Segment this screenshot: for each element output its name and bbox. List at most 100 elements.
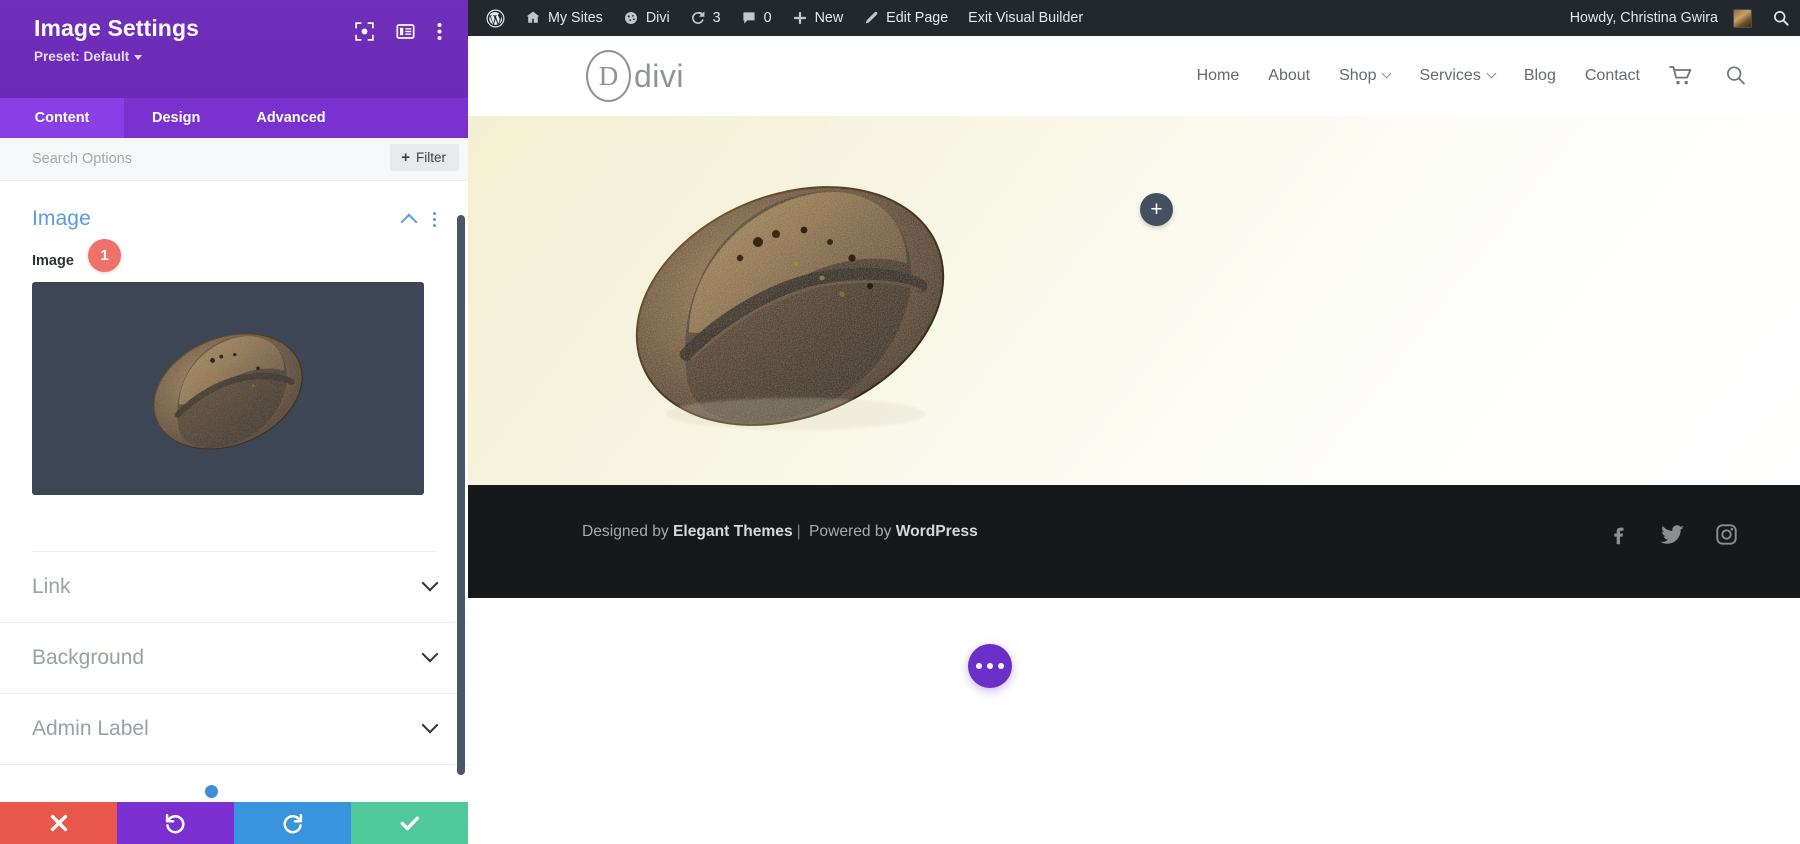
admin-bar-my-sites[interactable]: My Sites	[515, 0, 613, 36]
page-title: Image Settings	[34, 15, 199, 41]
admin-bar-right-group: Howdy, Christina Gwira	[1560, 0, 1800, 36]
nav-label: Shop	[1339, 67, 1377, 84]
focus-mode-icon[interactable]	[355, 22, 374, 41]
search-icon	[1774, 11, 1789, 26]
nav-item-shop[interactable]: Shop	[1339, 67, 1392, 85]
dot	[998, 663, 1004, 669]
sites-icon	[526, 11, 540, 23]
admin-bar-my-sites-label: My Sites	[548, 10, 603, 26]
section-more-options-icon[interactable]	[433, 211, 436, 227]
add-module-button[interactable]: +	[1140, 193, 1173, 226]
more-options-icon[interactable]	[437, 22, 442, 41]
section-link-title: Link	[32, 575, 71, 598]
nav-item-services[interactable]: Services	[1419, 67, 1497, 85]
footer-credit-platform[interactable]: WordPress	[896, 523, 978, 540]
admin-bar-howdy[interactable]: Howdy, Christina Gwira	[1560, 0, 1762, 36]
nav-label: Services	[1419, 67, 1481, 84]
facebook-icon	[1614, 527, 1624, 545]
divi-icon	[624, 12, 637, 24]
footer-credit: Designed by Elegant Themes | Powered by W…	[582, 523, 978, 541]
step-badge: 1	[88, 239, 121, 272]
site-search-button[interactable]	[1724, 64, 1748, 88]
admin-bar-new[interactable]: New	[782, 0, 854, 36]
cart-icon	[1669, 66, 1692, 85]
nav-label: Blog	[1523, 67, 1556, 84]
builder-canvas-lower	[468, 598, 1800, 844]
search-options-bar: + Filter	[0, 138, 468, 181]
site-navigation: Home About Shop Services Blog Contact	[1197, 64, 1748, 88]
twitter-icon	[1660, 525, 1684, 544]
facebook-link[interactable]	[1607, 523, 1630, 546]
nav-item-blog[interactable]: Blog	[1524, 67, 1556, 85]
preset-label: Preset: Default	[34, 49, 130, 65]
twitter-link[interactable]	[1660, 523, 1685, 546]
section-image-title[interactable]: Image	[32, 207, 91, 231]
save-button[interactable]	[351, 802, 468, 844]
admin-bar-exit-visual-builder[interactable]: Exit Visual Builder	[958, 0, 1093, 36]
section-background[interactable]: Background	[0, 623, 468, 694]
avatar	[1733, 8, 1752, 28]
undo-button[interactable]	[117, 802, 234, 844]
section-admin-label[interactable]: Admin Label	[0, 694, 468, 765]
visual-builder-screen: My Sites Divi 3 0 New Edit Page Exit Vis…	[0, 0, 1800, 844]
section-link[interactable]: Link	[0, 552, 468, 623]
filter-button-label: Filter	[416, 150, 446, 165]
checkmark-icon	[400, 816, 419, 831]
chevron-down-icon	[1486, 68, 1497, 78]
image-field-label: Image	[32, 253, 74, 269]
plus-icon: +	[401, 149, 410, 166]
footer-credit-separator: |	[796, 523, 801, 540]
admin-bar-edit-page[interactable]: Edit Page	[853, 0, 958, 36]
admin-bar-search[interactable]	[1762, 0, 1800, 36]
chevron-down-icon	[134, 55, 143, 61]
filter-button[interactable]: + Filter	[390, 144, 459, 171]
site-header: D divi Home About Shop Services Blog Con…	[468, 36, 1800, 116]
builder-menu-fab[interactable]	[968, 644, 1012, 688]
updates-icon	[691, 11, 705, 24]
panel-layout-icon[interactable]	[396, 22, 415, 41]
panel-header-actions	[355, 16, 442, 41]
dot	[987, 663, 993, 669]
tab-advanced[interactable]: Advanced	[228, 98, 353, 138]
chevron-down-icon	[421, 645, 439, 663]
settings-tabs: Content Design Advanced	[0, 98, 468, 138]
cart-button[interactable]	[1669, 65, 1695, 87]
admin-bar-wordpress-logo[interactable]	[476, 0, 515, 36]
redo-button[interactable]	[234, 802, 351, 844]
sidebar-scrollbar[interactable]	[457, 181, 465, 844]
admin-bar-divi[interactable]: Divi	[613, 0, 680, 36]
chevron-up-icon[interactable]	[400, 213, 418, 231]
nav-label: Contact	[1584, 67, 1640, 84]
site-footer: Designed by Elegant Themes | Powered by W…	[468, 485, 1800, 598]
tab-content[interactable]: Content	[0, 98, 124, 138]
footer-credit-prefix: Designed by	[582, 523, 674, 540]
admin-bar-edit-page-label: Edit Page	[886, 10, 949, 26]
pencil-icon	[865, 11, 878, 24]
redo-icon	[283, 813, 303, 833]
cancel-button[interactable]	[0, 802, 117, 844]
bread-loaf-image	[635, 185, 945, 430]
bread-loaf-thumbnail	[153, 332, 303, 449]
nav-item-contact[interactable]: Contact	[1585, 67, 1640, 85]
admin-bar-comments[interactable]: 0	[731, 0, 782, 36]
image-upload-preview[interactable]	[32, 282, 424, 495]
chevron-down-icon	[1382, 68, 1392, 78]
site-preview-area: My Sites Divi 3 0 New Edit Page Exit Vis…	[468, 0, 1800, 844]
sidebar-scrollbar-thumb[interactable]	[457, 215, 465, 775]
image-module-preview[interactable]	[580, 116, 1000, 485]
section-background-title: Background	[32, 646, 145, 669]
preset-selector[interactable]: Preset: Default	[34, 49, 199, 64]
nav-item-about[interactable]: About	[1268, 67, 1310, 85]
tab-design[interactable]: Design	[124, 98, 228, 138]
admin-bar-updates[interactable]: 3	[680, 0, 731, 36]
nav-item-home[interactable]: Home	[1197, 67, 1240, 85]
footer-credit-brand[interactable]: Elegant Themes	[673, 523, 793, 540]
image-field-row: Image 1	[32, 239, 436, 272]
chevron-down-icon	[421, 574, 439, 592]
instagram-link[interactable]	[1715, 523, 1738, 546]
nav-label: About	[1268, 67, 1311, 84]
search-icon	[1727, 66, 1745, 85]
site-logo[interactable]: D divi	[586, 50, 684, 102]
wordpress-logo-icon	[486, 9, 505, 27]
undo-icon	[165, 813, 185, 833]
